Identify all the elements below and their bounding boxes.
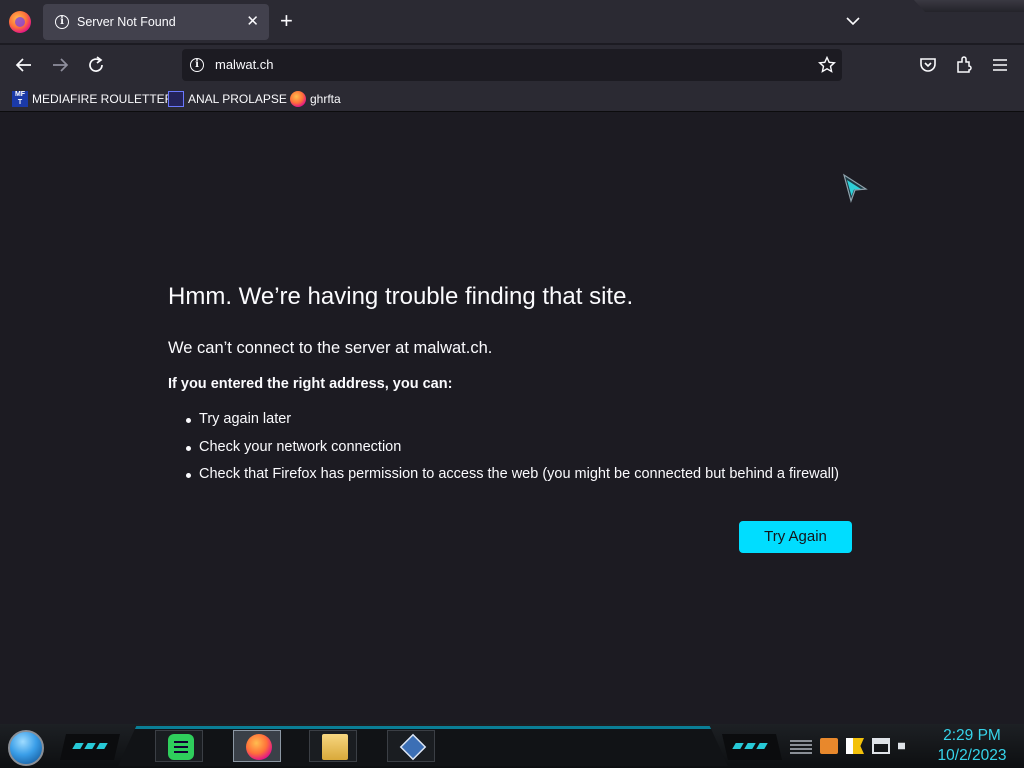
navigation-toolbar: i malwat.ch <box>0 45 1024 85</box>
try-again-button[interactable]: Try Again <box>739 521 852 553</box>
taskbar-app-notes[interactable] <box>155 730 203 762</box>
mediafire-icon: MF T <box>12 90 28 107</box>
list-item: Try again later <box>186 411 839 439</box>
tab-strip: i Server Not Found ✕ + <box>0 0 1024 44</box>
chevron-down-icon[interactable] <box>846 14 860 28</box>
firefox-view-icon[interactable] <box>9 11 31 33</box>
bookmark-label: MEDIAFIRE ROULETTER <box>32 91 174 106</box>
tab-title: Server Not Found <box>77 15 176 29</box>
site-info-icon[interactable]: i <box>190 58 204 72</box>
action-center-flag-icon[interactable] <box>846 738 864 754</box>
window-frame-decoration <box>914 0 1024 12</box>
clock-date: 10/2/2023 <box>937 747 1007 764</box>
error-title: Hmm. We’re having trouble finding that s… <box>168 283 634 310</box>
firefox-icon <box>290 90 306 107</box>
sigma-icon <box>168 90 184 107</box>
info-icon: i <box>55 15 69 29</box>
system-tray <box>790 736 916 756</box>
file-explorer-icon <box>322 734 348 760</box>
network-icon[interactable] <box>872 738 890 754</box>
tray-app-icon[interactable] <box>820 738 838 754</box>
error-subtitle: We can’t connect to the server at malwat… <box>168 339 493 357</box>
reload-icon[interactable] <box>85 54 107 76</box>
suggestion-list: Try again later Check your network conne… <box>186 411 839 494</box>
bookmark-second[interactable]: ANAL PROLAPSE <box>168 89 287 108</box>
bookmark-mediafire[interactable]: MF T MEDIAFIRE ROULETTER <box>12 89 173 108</box>
bookmark-ghrfta[interactable]: ghrfta <box>290 89 341 108</box>
firefox-icon <box>246 734 272 760</box>
notes-icon <box>168 734 194 760</box>
bookmark-label: ghrfta <box>310 91 341 106</box>
taskbar: 2:29 PM 10/2/2023 <box>0 724 1024 768</box>
extensions-icon[interactable] <box>953 54 975 76</box>
volume-icon[interactable] <box>898 738 913 754</box>
url-text[interactable]: malwat.ch <box>215 57 274 72</box>
taskbar-clock[interactable]: 2:29 PM 10/2/2023 <box>930 726 1014 766</box>
address-bar[interactable]: i malwat.ch <box>182 49 842 81</box>
pocket-icon[interactable] <box>917 54 939 76</box>
forward-icon[interactable] <box>49 54 71 76</box>
show-hidden-icons-icon[interactable] <box>790 738 812 754</box>
error-page: Hmm. We’re having trouble finding that s… <box>0 113 1024 724</box>
bookmarks-toolbar: MF T MEDIAFIRE ROULETTER ANAL PROLAPSE g… <box>0 85 1024 112</box>
back-icon[interactable] <box>13 54 35 76</box>
taskbar-app-file-explorer[interactable] <box>309 730 357 762</box>
clock-time: 2:29 PM <box>943 727 1001 744</box>
start-button[interactable] <box>8 730 44 766</box>
tab-server-not-found[interactable]: i Server Not Found ✕ <box>43 4 269 40</box>
new-tab-icon[interactable]: + <box>280 10 293 32</box>
taskbar-decoration-right <box>722 734 782 760</box>
close-tab-icon[interactable]: ✕ <box>246 12 259 30</box>
list-item: Check that Firefox has permission to acc… <box>186 466 839 494</box>
menu-icon[interactable] <box>989 54 1011 76</box>
taskbar-app-firefox[interactable] <box>233 730 281 762</box>
list-item: Check your network connection <box>186 439 839 467</box>
bookmark-star-icon[interactable] <box>818 56 836 74</box>
taskbar-app-virtualbox[interactable] <box>387 730 435 762</box>
virtualbox-icon <box>399 733 427 761</box>
bookmark-label: ANAL PROLAPSE <box>188 91 287 106</box>
taskbar-decoration-left <box>60 734 120 760</box>
error-lead: If you entered the right address, you ca… <box>168 376 453 392</box>
mouse-cursor-icon <box>843 173 868 203</box>
